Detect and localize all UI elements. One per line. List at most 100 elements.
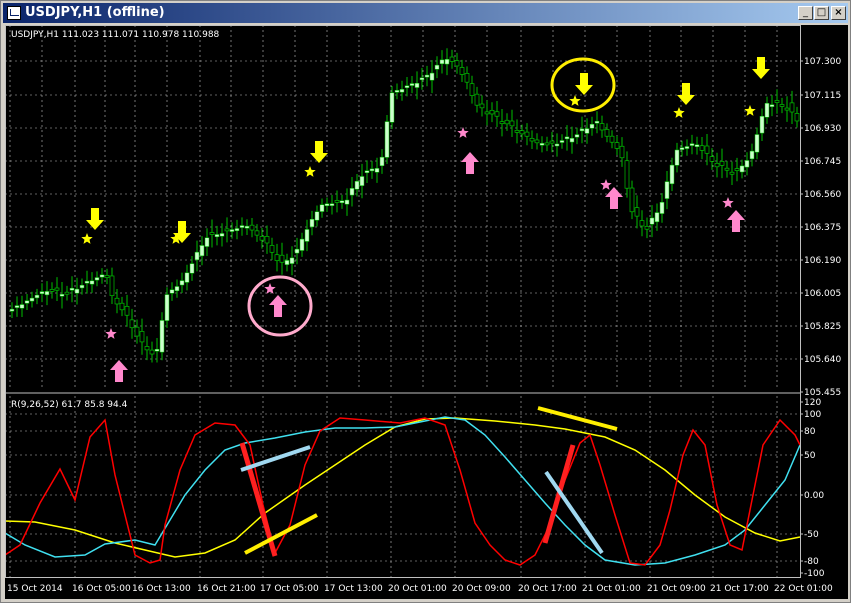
candle-body-bear — [254, 230, 260, 236]
candle-body-bull — [19, 304, 25, 309]
candle-body-bull — [354, 181, 360, 190]
price-tick-label: 105.640 — [804, 355, 841, 365]
candle-body-bear — [464, 73, 470, 83]
candle-body-bull — [234, 228, 240, 231]
close-button[interactable]: × — [831, 6, 846, 20]
chart-annotations — [81, 57, 770, 557]
candle-body-bull — [679, 147, 685, 150]
candle-body-bull — [749, 150, 755, 160]
candle-body-bull — [329, 203, 335, 206]
candle-body-bull — [739, 165, 745, 173]
candle-body-bull — [384, 121, 390, 158]
candle-body-bull — [694, 144, 700, 147]
price-tick-label: 107.115 — [804, 91, 841, 101]
candle-body-bull — [349, 188, 355, 196]
chart-svg[interactable]: 107.300 107.115 106.930 106.745 106.560 106.3… — [4, 25, 848, 599]
candle-body-bull — [409, 83, 415, 86]
candle-body-bull — [204, 237, 210, 247]
candle-body-bull — [99, 274, 105, 278]
candle-body-bear — [704, 145, 710, 154]
candle-body-bear — [109, 275, 115, 296]
osc-tick-label: 50 — [804, 451, 816, 461]
candle-body-bull — [554, 143, 560, 147]
candle-body-bear — [104, 275, 110, 278]
candle-body-bull — [664, 181, 670, 199]
candle-body-bull — [434, 64, 440, 70]
osc-tick-label: -100 — [804, 569, 825, 579]
chart-window-icon[interactable] — [7, 6, 21, 20]
candle-body-bear — [469, 83, 475, 96]
candle-body-bear — [334, 200, 340, 203]
candle-body-bull — [759, 116, 765, 134]
time-axis-label: 21 Oct 09:00 — [647, 584, 706, 594]
candle-body-bull — [239, 225, 245, 228]
candle-body-bull — [744, 160, 750, 168]
price-tick-label: 106.190 — [804, 256, 841, 266]
candle-body-bear — [519, 130, 525, 135]
price-tick-label: 107.300 — [804, 57, 841, 67]
candle-body-bear — [499, 121, 505, 125]
window-title: USDJPY,H1 (offline) — [25, 5, 165, 20]
chart-canvas[interactable]: 107.300 107.115 106.930 106.745 106.560 106.3… — [4, 25, 848, 599]
time-axis-label: 21 Oct 17:00 — [710, 584, 769, 594]
candle-body-bull — [374, 168, 380, 173]
candle-body-bear — [779, 104, 785, 107]
candle-body-bear — [479, 103, 485, 109]
candle-body-bear — [609, 135, 615, 143]
candle-body-bull — [429, 72, 435, 81]
buy-arrow-icon — [727, 210, 745, 232]
candle-body-bull — [214, 234, 220, 238]
osc-slow-line — [4, 417, 801, 558]
candle-body-bear — [259, 236, 265, 241]
candle-body-bear — [279, 254, 285, 263]
candle-body-bear — [729, 171, 735, 175]
price-tick-label: 106.005 — [804, 289, 841, 299]
candle-body-bull — [344, 199, 350, 205]
candle-body-bear — [114, 297, 120, 305]
oscillator-lines — [4, 416, 801, 566]
candle-body-bear — [794, 113, 800, 122]
candle-body-bull — [14, 305, 20, 308]
candle-body-bear — [614, 142, 620, 149]
candle-body-bear — [224, 228, 230, 232]
candle-body-bear — [524, 131, 530, 137]
candle-body-bear — [529, 137, 535, 142]
buy-arrow-icon — [110, 360, 128, 382]
time-axis-label: 16 Oct 21:00 — [197, 584, 256, 594]
candle-body-bull — [414, 83, 420, 88]
candle-body-bull — [294, 248, 300, 254]
candle-body-bull — [314, 211, 320, 221]
sell-star-icon — [81, 233, 93, 244]
candle-body-bull — [669, 164, 675, 185]
candle-body-bull — [299, 238, 305, 251]
time-axis-label: 15 Oct 2014 — [7, 584, 63, 594]
candle-body-bull — [74, 288, 80, 294]
price-tick-label: 106.930 — [804, 124, 841, 134]
candle-body-bull — [659, 202, 665, 214]
mt4-chart-window: USDJPY,H1 (offline) _ □ × 107.300 107.115… — [0, 0, 851, 603]
candle-body-bear — [474, 93, 480, 106]
candle-body-bull — [29, 297, 35, 302]
candle-body-bear — [619, 145, 625, 159]
candle-body-bull — [379, 156, 385, 166]
candle-body-bull — [89, 280, 95, 285]
candle-body-bull — [199, 245, 205, 257]
minimize-button[interactable]: _ — [798, 6, 813, 20]
candle-body-bear — [604, 129, 610, 137]
candle-body-bull — [574, 134, 580, 138]
candle-body-bear — [449, 56, 455, 62]
candle-body-bull — [289, 257, 295, 264]
title-bar[interactable]: USDJPY,H1 (offline) _ □ × — [3, 3, 848, 23]
candle-body-bull — [654, 212, 660, 223]
candle-body-bear — [124, 306, 130, 316]
maximize-button[interactable]: □ — [814, 6, 829, 20]
candle-body-bear — [459, 67, 465, 75]
time-axis-label: 22 Oct 01:00 — [774, 584, 833, 594]
candle-body-bear — [719, 161, 725, 166]
candle-body-bull — [754, 134, 760, 153]
candle-body-bull — [674, 149, 680, 166]
candle-body-bull — [594, 120, 600, 124]
candle-body-bear — [64, 291, 70, 295]
candle-body-bull — [324, 203, 330, 206]
candle-body-bull — [394, 90, 400, 93]
